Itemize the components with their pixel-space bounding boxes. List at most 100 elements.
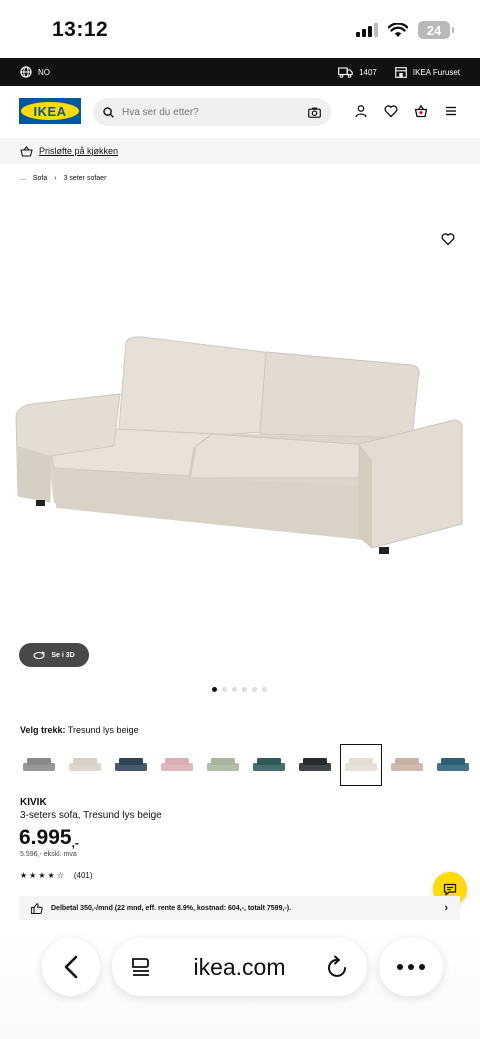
ikea-logo[interactable]: IKEA	[19, 98, 81, 124]
sofa-thumbnail-icon	[161, 758, 193, 771]
cover-swatch[interactable]	[156, 744, 198, 786]
sofa-thumbnail-icon	[253, 758, 285, 771]
status-bar: 13:12 24	[0, 0, 480, 58]
store-icon	[395, 66, 407, 78]
back-button[interactable]	[42, 938, 100, 996]
cover-swatch[interactable]	[64, 744, 106, 786]
site-header: IKEA	[0, 92, 480, 134]
country-label: NO	[38, 67, 50, 77]
menu-icon[interactable]	[444, 104, 458, 118]
price-value: 6.995	[19, 826, 72, 849]
reload-icon[interactable]	[327, 955, 349, 979]
cover-swatch[interactable]	[340, 744, 382, 786]
product-image-sofa[interactable]	[14, 328, 466, 563]
store-name: IKEA Furuset	[412, 67, 460, 77]
carousel-dot[interactable]	[232, 687, 237, 692]
rotate-3d-icon	[33, 650, 46, 659]
browser-toolbar: ikea.com	[0, 926, 480, 1039]
promo-bar: Prisløfte på kjøkken	[0, 138, 480, 164]
sofa-thumbnail-icon	[207, 758, 239, 771]
cover-swatch[interactable]	[386, 744, 428, 786]
delivery-postal[interactable]: 1407	[338, 66, 377, 78]
battery-indicator: 24	[418, 21, 454, 39]
more-dot	[408, 964, 414, 970]
breadcrumb-sofa[interactable]: Sofa	[33, 175, 47, 182]
truck-icon	[338, 66, 353, 78]
carousel-dots	[212, 687, 267, 692]
chat-icon	[443, 883, 457, 895]
status-icons: 24	[356, 21, 454, 39]
carousel-dot[interactable]	[222, 687, 227, 692]
sofa-thumbnail-icon	[23, 758, 55, 771]
favorite-heart-icon[interactable]	[441, 232, 455, 246]
star-filled-icon: ★	[47, 871, 55, 880]
carousel-dot[interactable]	[252, 687, 257, 692]
star-filled-icon: ★	[29, 871, 37, 880]
breadcrumb: ... Sofa › 3 seter sofaer	[20, 175, 106, 182]
sofa-thumbnail-icon	[299, 758, 331, 771]
cover-swatch[interactable]	[248, 744, 290, 786]
cover-swatch[interactable]	[18, 744, 60, 786]
heart-icon[interactable]	[384, 104, 398, 118]
more-dot	[419, 964, 425, 970]
price-excl-vat: 5.596,- ekskl. mva	[20, 851, 77, 858]
globe-icon	[20, 66, 32, 78]
breadcrumb-3-seter[interactable]: 3 seter sofaer	[64, 175, 107, 182]
thumbs-up-icon	[31, 902, 43, 914]
top-strip: NO 1407 IKEA Furuset	[0, 58, 480, 86]
rating-row[interactable]: ★ ★ ★ ★ ☆ (401)	[20, 871, 93, 880]
country-selector[interactable]: NO	[20, 66, 50, 78]
view-3d-button[interactable]: Se i 3D	[19, 643, 89, 667]
shopping-bag-icon[interactable]	[414, 104, 428, 118]
reader-mode-icon[interactable]	[130, 956, 152, 978]
cover-swatch[interactable]	[432, 744, 474, 786]
cover-label: Velg trekk: Tresund lys beige	[20, 725, 139, 735]
logo-text: IKEA	[21, 102, 79, 120]
sofa-thumbnail-icon	[345, 758, 377, 771]
account-icon[interactable]	[354, 104, 368, 118]
star-filled-icon: ★	[38, 871, 46, 880]
cellular-signal-icon	[356, 23, 378, 37]
search-input[interactable]	[122, 106, 308, 118]
finance-text: Delbetal 350,-/mnd (22 mnd, eff. rente 8…	[51, 904, 292, 912]
sofa-thumbnail-icon	[115, 758, 147, 771]
cover-selected: Tresund lys beige	[67, 725, 139, 735]
star-empty-icon: ☆	[56, 871, 64, 880]
url-text: ikea.com	[193, 953, 286, 980]
product-price: 6.995,-	[19, 826, 79, 850]
more-options-button[interactable]	[379, 938, 443, 996]
chevron-right-icon: ›	[444, 902, 448, 914]
cover-label-prefix: Velg trekk:	[20, 725, 66, 735]
breadcrumb-separator: ›	[54, 175, 57, 182]
cover-swatches	[18, 744, 474, 786]
cover-swatch[interactable]	[202, 744, 244, 786]
camera-icon[interactable]	[308, 107, 321, 118]
review-count: (401)	[73, 871, 93, 880]
postal-code: 1407	[359, 67, 377, 77]
sofa-thumbnail-icon	[391, 758, 423, 771]
rating-stars: ★ ★ ★ ★ ☆	[20, 871, 64, 880]
wifi-icon	[388, 22, 408, 37]
promo-link[interactable]: Prisløfte på kjøkken	[39, 146, 118, 156]
more-dot	[397, 964, 403, 970]
carousel-dot[interactable]	[242, 687, 247, 692]
cover-swatch[interactable]	[110, 744, 152, 786]
store-selector[interactable]: IKEA Furuset	[395, 66, 460, 78]
price-suffix: ,-	[71, 836, 79, 850]
breadcrumb-ellipsis[interactable]: ...	[20, 175, 26, 182]
search-bar[interactable]	[93, 98, 331, 126]
product-name: KIVIK	[20, 797, 47, 808]
chevron-left-icon	[64, 955, 78, 979]
carousel-dot[interactable]	[212, 687, 217, 692]
cover-swatch[interactable]	[294, 744, 336, 786]
carousel-dot[interactable]	[262, 687, 267, 692]
basket-icon	[20, 145, 33, 157]
status-time: 13:12	[52, 18, 109, 41]
sofa-thumbnail-icon	[437, 758, 469, 771]
sofa-thumbnail-icon	[69, 758, 101, 771]
finance-banner[interactable]: Delbetal 350,-/mnd (22 mnd, eff. rente 8…	[19, 896, 460, 920]
address-bar[interactable]: ikea.com	[112, 938, 367, 996]
view-3d-label: Se i 3D	[51, 651, 75, 659]
search-icon	[103, 106, 114, 118]
star-filled-icon: ★	[20, 871, 28, 880]
